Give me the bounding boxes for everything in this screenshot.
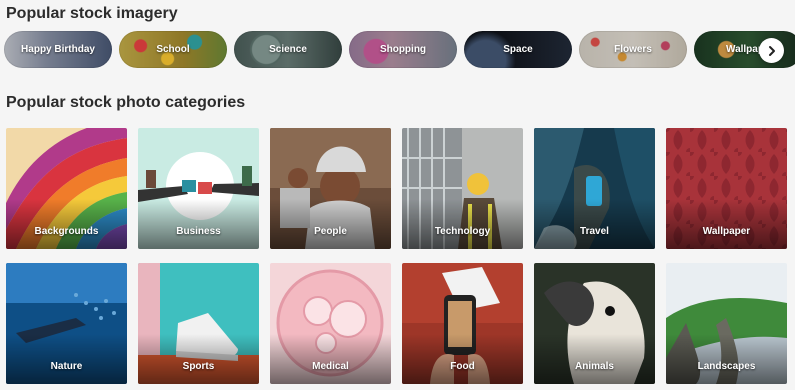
category-tile-business[interactable]: Business [138,128,259,249]
tile-label: Nature [50,361,83,372]
category-tile-landscapes[interactable]: Landscapes [666,263,787,384]
pill-label: Happy Birthday [21,44,95,55]
imagery-pill-row: Happy Birthday School Science Shopping S… [4,31,795,69]
category-tile-technology[interactable]: Technology [402,128,523,249]
category-tile-medical[interactable]: Medical [270,263,391,384]
category-tile-food[interactable]: Food [402,263,523,384]
carousel-next-button[interactable] [759,38,784,63]
category-grid: Backgrounds Business People Technology T… [6,128,792,388]
pill-school[interactable]: School [119,31,227,68]
tile-label: People [314,226,347,237]
categories-title: Popular stock photo categories [6,94,246,111]
popular-imagery-title: Popular stock imagery [6,5,178,22]
tile-label: Wallpaper [702,226,751,237]
pill-label: Space [503,44,533,55]
pill-label: Science [269,44,307,55]
pill-happy-birthday[interactable]: Happy Birthday [4,31,112,68]
pill-flowers[interactable]: Flowers [579,31,687,68]
tile-label: Business [176,226,221,237]
tile-label: Backgrounds [34,226,99,237]
pill-label: School [156,44,190,55]
category-tile-people[interactable]: People [270,128,391,249]
tile-label: Animals [575,361,614,372]
category-tile-travel[interactable]: Travel [534,128,655,249]
category-tile-wallpaper[interactable]: Wallpaper [666,128,787,249]
tile-label: Food [450,361,475,372]
tile-label: Medical [312,361,349,372]
tile-label: Sports [182,361,215,372]
chevron-right-icon [768,45,775,56]
tile-label: Travel [580,226,609,237]
pill-label: Shopping [379,44,427,55]
tile-label: Technology [434,226,491,237]
pill-label: Flowers [614,44,652,55]
pill-science[interactable]: Science [234,31,342,68]
tile-label: Landscapes [697,361,756,372]
category-tile-animals[interactable]: Animals [534,263,655,384]
pill-space[interactable]: Space [464,31,572,68]
category-tile-nature[interactable]: Nature [6,263,127,384]
pill-shopping[interactable]: Shopping [349,31,457,68]
category-tile-sports[interactable]: Sports [138,263,259,384]
category-tile-backgrounds[interactable]: Backgrounds [6,128,127,249]
